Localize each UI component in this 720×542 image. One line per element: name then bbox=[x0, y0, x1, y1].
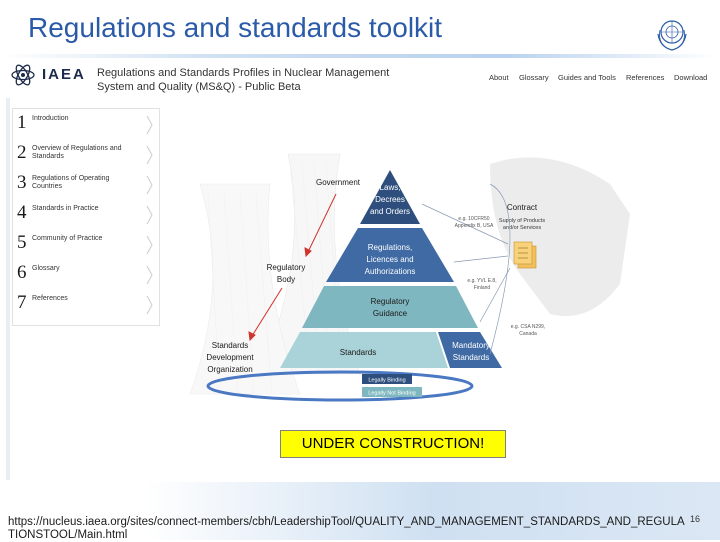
pyramid-tier-guidance bbox=[302, 286, 478, 328]
contract-label: Contract bbox=[507, 203, 538, 212]
legally-not-binding-label: Legally Not Binding bbox=[368, 391, 415, 397]
example-usa-1: e.g. 10CFR50 bbox=[458, 216, 489, 222]
tier-laws-label-1: Laws, bbox=[380, 183, 401, 192]
chevron-right-icon bbox=[146, 295, 153, 315]
sidebar-item-community[interactable]: 5 Community of Practice bbox=[12, 230, 158, 260]
tier-laws-label-3: and Orders bbox=[370, 207, 410, 216]
sidebar-item-glossary[interactable]: 6 Glossary bbox=[12, 260, 158, 290]
sidebar-item-overview[interactable]: 2 Overview of Regulations and Standards bbox=[12, 140, 158, 170]
regulatory-pyramid-diagram: Legally Binding Legally Not Binding Laws… bbox=[190, 153, 630, 402]
sidebar-item-number: 6 bbox=[17, 262, 27, 283]
actor-sdo-2: Development bbox=[206, 353, 254, 362]
legally-binding-label: Legally Binding bbox=[368, 378, 405, 384]
world-map-background bbox=[490, 157, 630, 316]
site-title: Regulations and Standards Profiles in Nu… bbox=[97, 66, 457, 94]
tier-standards-label: Standards bbox=[340, 348, 376, 357]
iaea-logo-icon[interactable] bbox=[10, 62, 36, 88]
un-emblem-icon bbox=[657, 20, 687, 51]
actor-regulatory-body-1: Regulatory bbox=[267, 263, 306, 272]
footer-url-link[interactable]: https://nucleus.iaea.org/sites/connect-m… bbox=[8, 516, 688, 542]
sidebar-item-introduction[interactable]: 1 Introduction bbox=[12, 110, 158, 140]
chevron-right-icon bbox=[146, 205, 153, 225]
example-finland-2: Finland bbox=[474, 285, 491, 291]
tier-laws-label-2: Decrees bbox=[375, 195, 405, 204]
chevron-right-icon bbox=[146, 115, 153, 135]
chevron-right-icon bbox=[146, 235, 153, 255]
site-title-line-2: System and Quality (MS&Q) - Public Beta bbox=[97, 81, 301, 93]
nav-references[interactable]: References bbox=[626, 73, 664, 82]
example-finland-1: e.g. YVL E.8, bbox=[467, 278, 496, 284]
nav-glossary[interactable]: Glossary bbox=[519, 73, 549, 82]
actor-sdo-1: Standards bbox=[212, 341, 248, 350]
iaea-brand[interactable]: IAEA bbox=[42, 66, 86, 83]
sidebar-item-references[interactable]: 7 References bbox=[12, 290, 158, 320]
supply-label-2: and/or Services bbox=[503, 225, 541, 231]
sidebar-item-operating-countries[interactable]: 3 Regulations of Operating Countries bbox=[12, 170, 158, 200]
example-canada-1: e.g. CSA N299, bbox=[511, 324, 545, 330]
sidebar-item-number: 3 bbox=[17, 172, 27, 193]
sidebar-item-standards-in-practice[interactable]: 4 Standards in Practice bbox=[12, 200, 158, 230]
tier-regulations-label-3: Authorizations bbox=[365, 267, 416, 276]
under-construction-banner: UNDER CONSTRUCTION! bbox=[280, 430, 506, 458]
page-number: 16 bbox=[690, 514, 701, 524]
example-canada-2: Canada bbox=[519, 331, 537, 337]
pyramid-tier-mandatory-standards bbox=[438, 332, 502, 368]
chevron-right-icon bbox=[146, 175, 153, 195]
chevron-right-icon bbox=[146, 145, 153, 165]
actor-regulatory-body-2: Body bbox=[277, 275, 295, 284]
nav-guides-and-tools[interactable]: Guides and Tools bbox=[558, 73, 616, 82]
sidebar-item-number: 1 bbox=[17, 112, 27, 133]
sidebar-item-label: References bbox=[32, 295, 68, 302]
sidebar-item-number: 4 bbox=[17, 202, 27, 223]
actor-sdo-3: Organization bbox=[207, 365, 252, 374]
sidebar-item-label: Introduction bbox=[32, 115, 69, 122]
slide-title: Regulations and standards toolkit bbox=[28, 12, 443, 43]
tier-regulations-label-1: Regulations, bbox=[368, 243, 412, 252]
sidebar-item-number: 5 bbox=[17, 232, 27, 253]
sidebar-item-label: Standards in Practice bbox=[32, 205, 99, 212]
supply-label-1: Supply of Products bbox=[499, 218, 545, 224]
sidebar-item-label: Community of Practice bbox=[32, 235, 103, 242]
nav-download[interactable]: Download bbox=[674, 73, 707, 82]
chevron-right-icon bbox=[146, 265, 153, 285]
sidebar-item-label: Regulations of Operating Countries bbox=[32, 175, 110, 190]
tier-guidance-label-1: Regulatory bbox=[371, 297, 410, 306]
actor-government: Government bbox=[316, 178, 361, 187]
sidebar-item-label: Glossary bbox=[32, 265, 60, 272]
nav-about[interactable]: About bbox=[489, 73, 509, 82]
tier-regulations-label-2: Licences and bbox=[366, 255, 413, 264]
sidebar-item-label: Overview of Regulations and Standards bbox=[32, 145, 122, 160]
sidebar-item-number: 2 bbox=[17, 142, 27, 163]
contract-document-icon bbox=[513, 241, 537, 269]
sidebar-item-number: 7 bbox=[17, 292, 27, 313]
tier-guidance-label-2: Guidance bbox=[373, 309, 408, 318]
example-usa-2: Appendix B, USA bbox=[455, 223, 494, 229]
tier-mandatory-label-1: Mandatory bbox=[452, 341, 490, 350]
tier-mandatory-label-2: Standards bbox=[453, 353, 489, 362]
site-title-line-1: Regulations and Standards Profiles in Nu… bbox=[97, 67, 390, 79]
